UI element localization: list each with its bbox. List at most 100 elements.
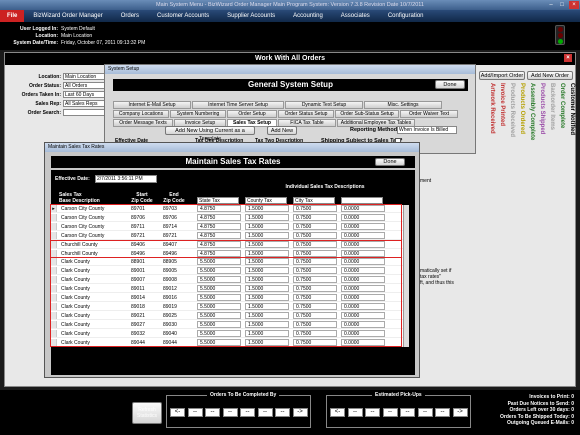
table-cell[interactable]: 1.5000 bbox=[245, 320, 289, 328]
table-cell[interactable]: Carson City County bbox=[59, 214, 127, 222]
table-cell[interactable]: Carson City County bbox=[59, 232, 127, 240]
row-selector[interactable] bbox=[51, 294, 57, 301]
table-cell[interactable]: 1.5000 bbox=[245, 338, 289, 346]
rates-done-button[interactable]: Done bbox=[375, 158, 405, 166]
table-cell[interactable]: Clark County bbox=[59, 339, 127, 347]
table-row[interactable]: Clark County 89014 89016 5.5000 1.5000 0.7500… bbox=[51, 294, 403, 302]
status-select[interactable]: All Orders bbox=[63, 82, 109, 89]
table-cell[interactable]: 88901 bbox=[129, 258, 159, 266]
table-row[interactable]: Churchill County 89406 89407 4.8750 1.5000 0.… bbox=[51, 240, 403, 249]
tab-misc-settings[interactable]: Misc. Settings bbox=[364, 101, 442, 109]
table-cell[interactable]: 1.5000 bbox=[245, 285, 289, 293]
table-cell[interactable]: 0.0000 bbox=[341, 285, 385, 293]
table-cell[interactable]: 0.7500 bbox=[293, 302, 337, 310]
table-row[interactable]: Clark County 89027 89030 5.5000 1.5000 0.7500… bbox=[51, 320, 403, 329]
table-cell[interactable]: 89019 bbox=[161, 303, 191, 311]
table-cell[interactable]: 89703 bbox=[161, 205, 191, 213]
table-cell[interactable]: Clark County bbox=[59, 330, 127, 338]
table-cell[interactable]: 0.0000 bbox=[341, 222, 385, 230]
table-cell[interactable]: 89032 bbox=[129, 330, 159, 338]
day-step-box[interactable]: -- bbox=[205, 408, 220, 417]
file-menu[interactable]: File bbox=[0, 10, 25, 22]
table-row[interactable]: Clark County 89018 89019 5.5000 1.5000 0.7500… bbox=[51, 302, 403, 311]
row-selector[interactable] bbox=[51, 213, 57, 221]
table-cell[interactable]: 5.5000 bbox=[197, 258, 241, 266]
table-cell[interactable]: Churchill County bbox=[59, 250, 127, 258]
table-cell[interactable]: 0.7500 bbox=[293, 213, 337, 221]
table-cell[interactable]: 5.5000 bbox=[197, 276, 241, 284]
orders-close-icon[interactable]: × bbox=[564, 54, 572, 62]
tab-order-status-setup[interactable]: Order Status Setup bbox=[278, 110, 334, 118]
table-row[interactable]: Clark County 89011 89012 5.5000 1.5000 0.7500… bbox=[51, 285, 403, 294]
table-cell[interactable]: 1.5000 bbox=[245, 267, 289, 275]
table-cell[interactable]: 4.8750 bbox=[197, 205, 241, 212]
table-cell[interactable]: 0.7500 bbox=[293, 311, 337, 319]
setup-done-button[interactable]: Done bbox=[435, 80, 465, 89]
table-cell[interactable]: 0.7500 bbox=[293, 276, 337, 284]
table-row[interactable]: Clark County 88901 88905 5.5000 1.5000 0.7500… bbox=[51, 258, 403, 267]
table-cell[interactable]: Clark County bbox=[59, 294, 127, 302]
desc-header-other[interactable] bbox=[341, 197, 383, 204]
menu-item-associates[interactable]: Associates bbox=[332, 13, 379, 19]
table-cell[interactable]: Clark County bbox=[59, 321, 127, 329]
table-cell[interactable]: 0.0000 bbox=[341, 258, 385, 266]
table-cell[interactable]: Carson City County bbox=[59, 223, 127, 231]
table-cell[interactable]: 4.8750 bbox=[197, 240, 241, 248]
table-cell[interactable]: 0.7500 bbox=[293, 267, 337, 275]
table-cell[interactable]: 89014 bbox=[129, 294, 159, 302]
day-step-box[interactable]: <- bbox=[330, 408, 345, 417]
table-cell[interactable]: 1.5000 bbox=[245, 302, 289, 310]
tab-order-waiver-text[interactable]: Order Waiver Text bbox=[400, 110, 458, 118]
taken-select[interactable]: Last 60 Days bbox=[63, 91, 109, 98]
table-cell[interactable]: 1.5000 bbox=[245, 294, 289, 301]
table-cell[interactable]: 89007 bbox=[129, 276, 159, 284]
table-row[interactable]: Clark County 89044 89044 5.5000 1.5000 0.7500… bbox=[51, 338, 403, 347]
table-row[interactable]: ▸ Carson City County 89701 89703 4.8750 1.500… bbox=[51, 205, 403, 213]
menu-item-configuration[interactable]: Configuration bbox=[379, 13, 433, 19]
table-row[interactable]: Carson City County 89721 89721 4.8750 1.5000… bbox=[51, 231, 403, 240]
tab-internet-e-mail-setup[interactable]: Internet E-Mail Setup bbox=[113, 101, 191, 109]
menu-item-supplier-accounts[interactable]: Supplier Accounts bbox=[218, 13, 284, 19]
table-cell[interactable]: 1.5000 bbox=[245, 311, 289, 319]
table-cell[interactable]: 0.0000 bbox=[341, 240, 385, 248]
day-step-box[interactable]: -> bbox=[452, 408, 468, 417]
table-cell[interactable]: 0.0000 bbox=[341, 294, 385, 301]
location-select[interactable]: Main Location bbox=[63, 73, 109, 80]
table-cell[interactable]: 1.5000 bbox=[245, 231, 289, 239]
table-cell[interactable]: Clark County bbox=[59, 312, 127, 320]
table-cell[interactable]: 4.8750 bbox=[197, 213, 241, 221]
day-step-box[interactable]: -- bbox=[417, 408, 433, 417]
table-cell[interactable]: 89018 bbox=[129, 303, 159, 311]
table-row[interactable]: Churchill County 89496 89496 4.8750 1.5000 0.… bbox=[51, 249, 403, 258]
table-cell[interactable]: 0.0000 bbox=[341, 213, 385, 221]
table-row[interactable]: Clark County 89007 89008 5.5000 1.5000 0.7500… bbox=[51, 276, 403, 285]
table-cell[interactable]: 89001 bbox=[129, 267, 159, 275]
table-cell[interactable]: 89714 bbox=[161, 223, 191, 231]
rates-scrollbar[interactable] bbox=[403, 205, 409, 347]
refresh-statistics-button[interactable]: Refresh Statistics bbox=[132, 402, 162, 424]
table-cell[interactable]: 1.5000 bbox=[245, 222, 289, 230]
table-cell[interactable]: 0.7500 bbox=[293, 231, 337, 239]
table-cell[interactable]: 5.5000 bbox=[197, 267, 241, 275]
table-cell[interactable]: 0.7500 bbox=[293, 320, 337, 328]
table-cell[interactable]: 0.0000 bbox=[341, 249, 385, 257]
table-cell[interactable]: 4.8750 bbox=[197, 231, 241, 239]
minimize-icon[interactable]: – bbox=[546, 1, 556, 9]
table-cell[interactable]: 1.5000 bbox=[245, 240, 289, 248]
day-step-box[interactable]: -- bbox=[257, 408, 273, 417]
desc-header-state[interactable]: State Tax bbox=[197, 197, 239, 204]
table-cell[interactable]: 89008 bbox=[161, 276, 191, 284]
table-cell[interactable]: Clark County bbox=[59, 285, 127, 293]
salesrep-select[interactable]: All Sales Reps bbox=[63, 100, 109, 107]
table-cell[interactable]: 1.5000 bbox=[245, 258, 289, 266]
day-step-box[interactable]: -- bbox=[400, 408, 415, 417]
table-cell[interactable]: 89025 bbox=[161, 312, 191, 320]
day-step-box[interactable]: -- bbox=[365, 408, 380, 417]
day-step-box[interactable]: -- bbox=[275, 408, 290, 417]
day-step-box[interactable]: <- bbox=[170, 408, 185, 417]
table-cell[interactable]: 0.7500 bbox=[293, 249, 337, 257]
table-cell[interactable]: 89030 bbox=[161, 321, 191, 329]
menu-item-orders[interactable]: Orders bbox=[112, 13, 148, 19]
table-cell[interactable]: 0.7500 bbox=[293, 285, 337, 293]
table-cell[interactable]: 89005 bbox=[161, 267, 191, 275]
